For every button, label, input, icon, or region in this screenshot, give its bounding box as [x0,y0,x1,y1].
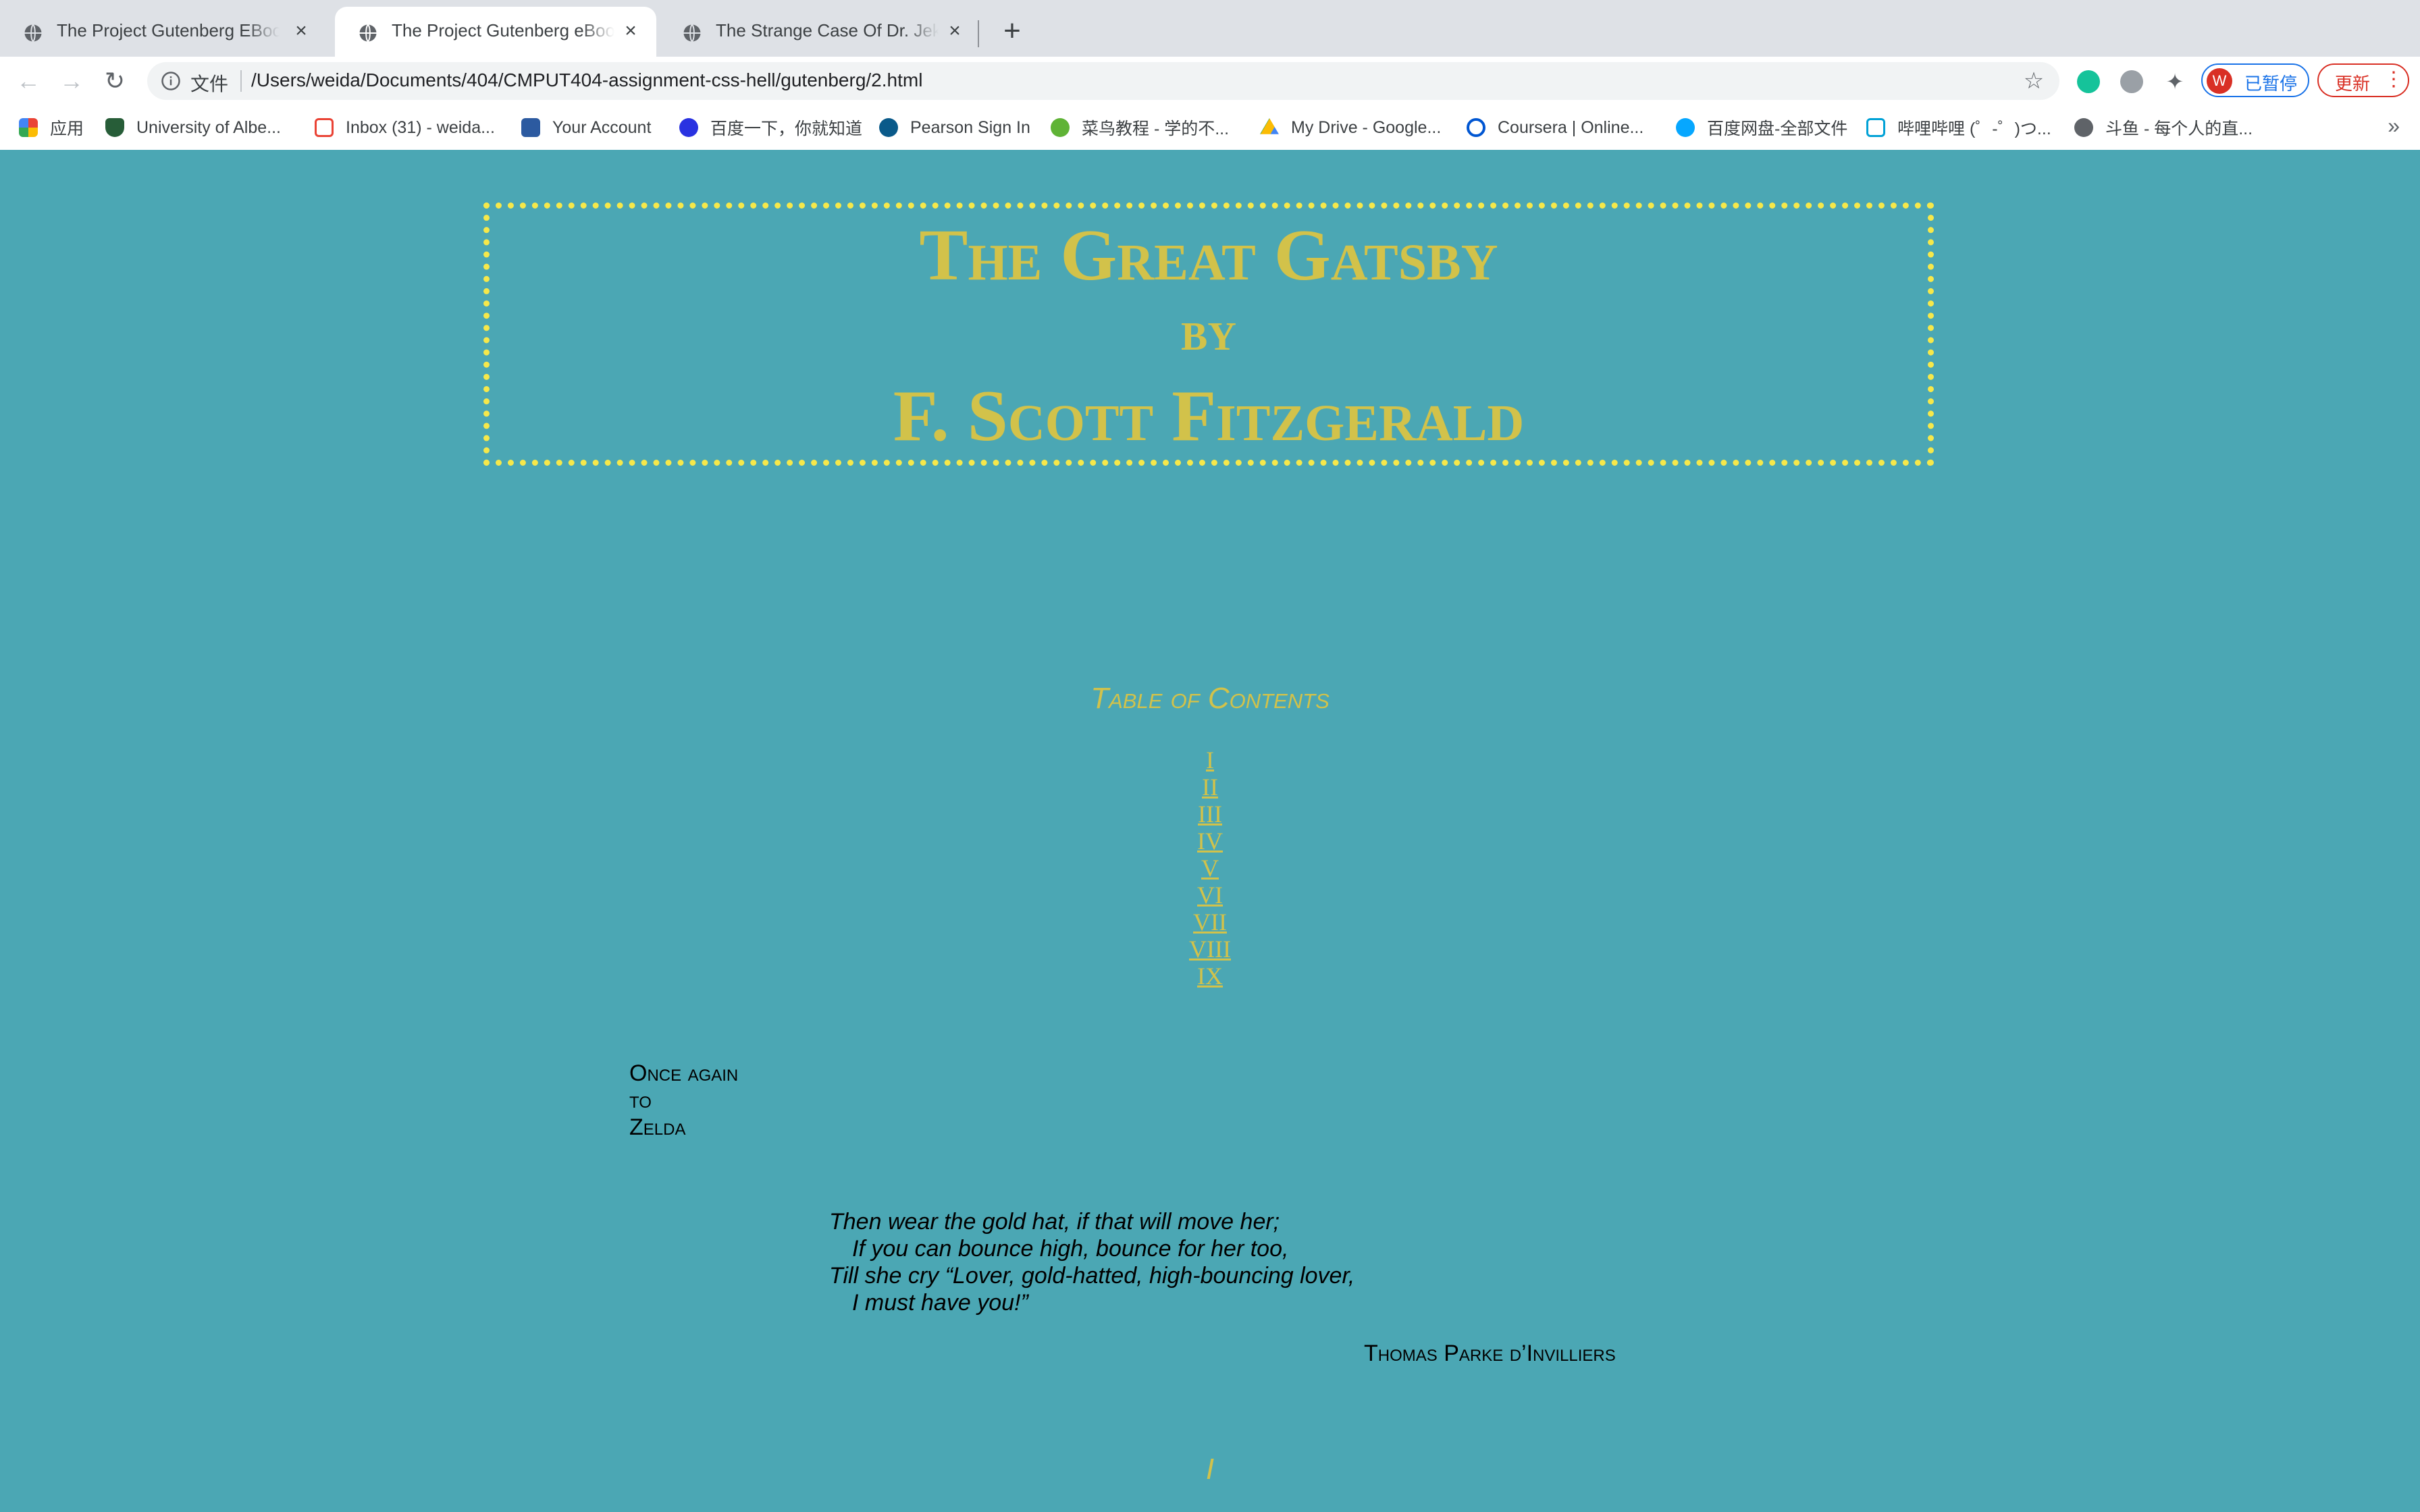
puzzle-extensions-icon[interactable]: ✦ [2163,70,2186,93]
toolbar: ← → ↻ 文件 /Users/weida/Documents/404/CMPU… [0,57,2420,105]
coursera-icon [1467,118,1485,137]
gmail-icon [315,118,334,137]
update-button[interactable]: 更新 ⋮ [2317,63,2409,97]
info-icon[interactable] [161,71,181,91]
update-label: 更新 [2335,74,2371,94]
epigraph-line: Then wear the gold hat, if that will mov… [829,1209,1280,1235]
url-text[interactable]: /Users/weida/Documents/404/CMPUT404-assi… [251,70,922,91]
scheme-label: 文件 [190,74,229,94]
author-name: F. Scott Fitzgerald [893,376,1525,456]
bookmark-inbox[interactable]: Inbox (31) - weida... [315,115,495,140]
globe-icon [2074,118,2093,137]
bookmark-your-account[interactable]: Your Account [521,115,651,140]
forward-arrow-icon[interactable]: → [54,63,89,99]
profile-status-label: 已暂停 [2244,74,2298,94]
toc-link-chapter[interactable]: VIII [1189,936,1231,963]
address-bar[interactable]: 文件 /Users/weida/Documents/404/CMPUT404-a… [147,62,2059,100]
dedication-line: Zelda [629,1114,686,1140]
toc-link-chapter[interactable]: IV [1197,828,1223,855]
close-tab-icon[interactable]: × [289,19,313,43]
university-shield-icon [105,118,124,137]
baidu-netdisk-icon [1676,118,1695,137]
epigraph-attribution: Thomas Parke d’Invilliers [1364,1341,1616,1366]
tab-strip: The Project Gutenberg EBook of The Great… [0,0,2420,57]
toc-link-chapter[interactable]: VII [1193,909,1227,936]
tab-separator [978,20,979,47]
table-of-contents: I II III IV V VI VII VIII IX [0,747,2420,990]
profile-button[interactable]: W 已暂停 [2201,63,2309,97]
tab-title: The Strange Case Of Dr. Jekyll And Mr. H… [716,20,939,40]
baidu-paw-icon [679,118,698,137]
toc-link-chapter[interactable]: IX [1197,963,1223,990]
close-tab-icon[interactable]: × [943,19,967,43]
bookmark-pearson[interactable]: Pearson Sign In [879,115,1030,140]
chapter-heading: I [1205,1453,1215,1486]
dedication-line: Once again [629,1060,739,1086]
toc-link-chapter[interactable]: II [1202,774,1218,801]
bookmark-star-icon[interactable]: ☆ [2020,68,2047,94]
tab-jekyll-hyde[interactable]: The Strange Case Of Dr. Jekyll And Mr. H… [659,7,980,57]
book-title: The Great Gatsby [919,215,1498,296]
tab-gatsby-ebook-1[interactable]: The Project Gutenberg EBook of The Great… [0,7,327,57]
title-block: The Great Gatsby by F. Scott Fitzgerald [483,202,1934,466]
tab-gatsby-ebook-2[interactable]: The Project Gutenberg eBook of The Great… [335,7,656,57]
bookmark-apps[interactable]: 应用 [19,115,84,140]
dedication: Once again to Zelda [629,1060,738,1141]
epigraph-line: Till she cry “Lover, gold-hatted, high-b… [829,1263,1355,1289]
toc-link-chapter[interactable]: V [1201,855,1219,882]
toc-heading: Table of Contents [1090,682,1330,715]
back-arrow-icon[interactable]: ← [11,63,46,99]
globe-icon [24,24,42,43]
tab-title: The Project Gutenberg EBook of The Great… [57,20,280,40]
epigraph-line: If you can bounce high, bounce for her t… [852,1236,1289,1262]
bookmark-university[interactable]: University of Albe... [105,115,281,140]
bookmark-baidu-netdisk[interactable]: 百度网盘-全部文件 [1676,115,1847,140]
toc-link-chapter[interactable]: VI [1197,882,1223,909]
epigraph-line: I must have you!” [852,1290,1028,1316]
bookmarks-bar: 应用 University of Albe... Inbox (31) - we… [0,105,2420,151]
bookmark-google-drive[interactable]: My Drive - Google... [1260,115,1441,140]
new-tab-button[interactable]: + [997,16,1028,47]
shield-extension-icon[interactable] [2120,70,2143,93]
more-bookmarks-icon[interactable]: » [2388,113,2400,138]
bookmark-coursera[interactable]: Coursera | Online... [1467,115,1643,140]
page-content: The Great Gatsby by F. Scott Fitzgerald … [0,150,2420,1512]
apps-grid-icon [19,118,38,137]
runoob-icon [1051,118,1070,137]
byline: by [1181,300,1236,362]
omnibox-divider [240,70,242,92]
bookmark-baidu[interactable]: 百度一下，你就知道 [679,115,862,140]
google-drive-icon [1260,118,1279,134]
dedication-line: to [629,1087,652,1113]
reload-icon[interactable]: ↻ [97,63,132,99]
epigraph: Then wear the gold hat, if that will mov… [829,1208,1354,1316]
grammarly-extension-icon[interactable] [2077,70,2100,93]
globe-icon [683,24,701,43]
toc-link-chapter[interactable]: III [1198,801,1222,828]
kebab-menu-icon[interactable]: ⋮ [2384,68,2404,91]
close-tab-icon[interactable]: × [619,19,643,43]
avatar: W [2207,68,2232,94]
globe-icon [359,24,377,43]
bookmark-runoob[interactable]: 菜鸟教程 - 学的不... [1051,115,1229,140]
bookmark-bilibili[interactable]: 哔哩哔哩 (゜-゜)つ... [1866,115,2051,140]
bookmark-douyu[interactable]: 斗鱼 - 每个人的直... [2074,115,2253,140]
bilibili-icon [1866,118,1885,137]
browser-chrome: The Project Gutenberg EBook of The Great… [0,0,2420,151]
account-icon [521,118,540,137]
tab-title: The Project Gutenberg eBook of The Great… [392,20,614,40]
pearson-icon [879,118,898,137]
toc-link-chapter[interactable]: I [1206,747,1214,774]
